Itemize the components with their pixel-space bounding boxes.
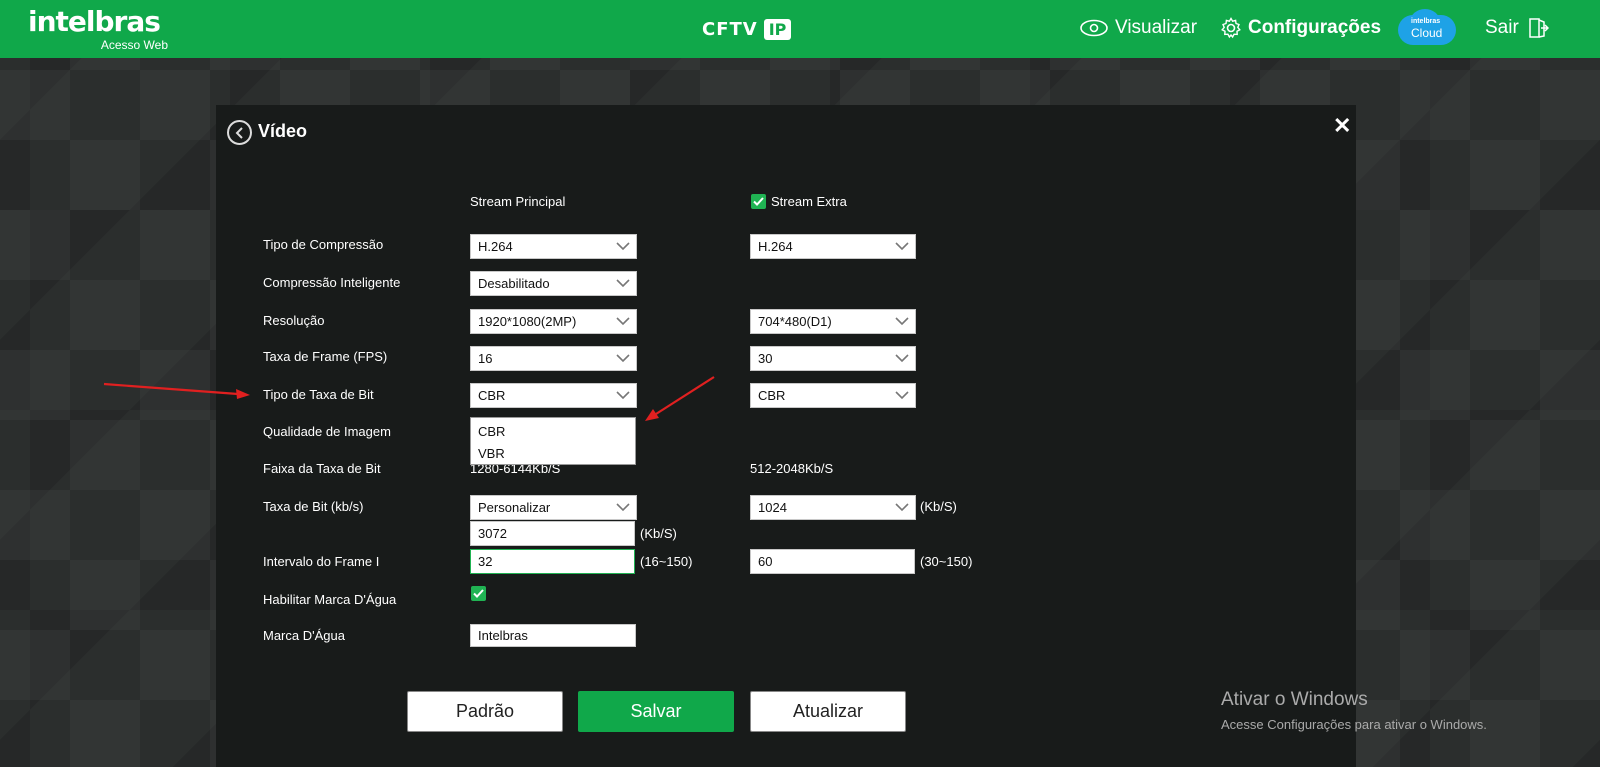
windows-activation-watermark: Ativar o Windows Acesse Configurações pa… (1221, 689, 1487, 732)
arrow-to-bitrate-type-label (103, 382, 250, 399)
windows-activation-subtitle: Acesse Configurações para ativar o Windo… (1221, 717, 1487, 732)
annotation-arrows (103, 376, 715, 421)
windows-activation-title: Ativar o Windows (1221, 689, 1368, 710)
arrow-to-dropdown (645, 376, 715, 421)
